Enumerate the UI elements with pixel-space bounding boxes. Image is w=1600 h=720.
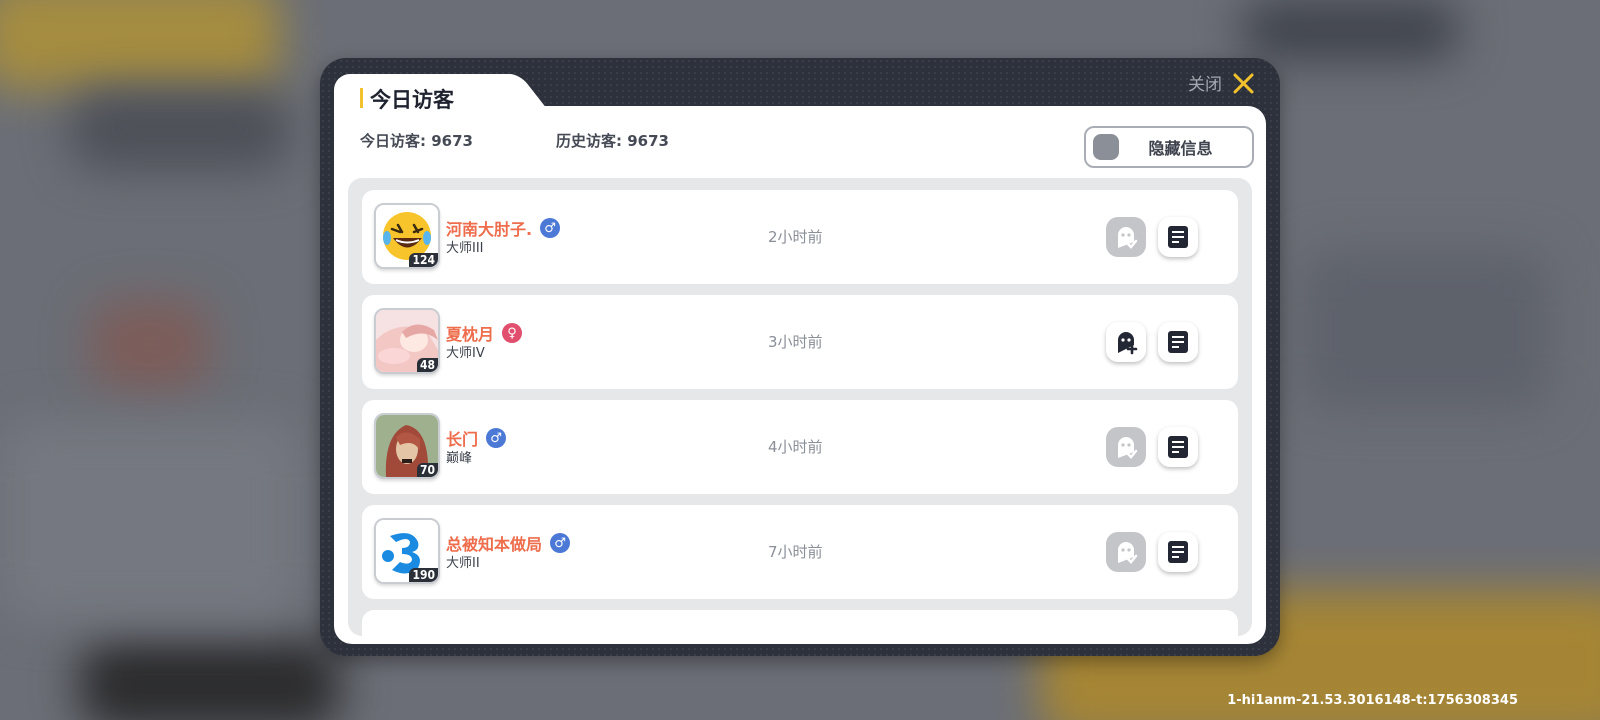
level-badge: 124	[409, 253, 438, 267]
tab-title: 今日访客	[370, 88, 454, 112]
hide-info-toggle[interactable]: 隐藏信息	[1084, 126, 1254, 168]
note-button[interactable]	[1158, 322, 1198, 362]
list-item[interactable]: 48 夏枕月 ♀ 大师IV 3小时前	[362, 295, 1238, 389]
note-icon	[1168, 541, 1188, 563]
add-friend-icon	[1118, 332, 1138, 355]
today-visitors-count: 今日访客: 9673	[360, 132, 473, 150]
visit-time: 3小时前	[768, 333, 823, 351]
level-badge: 190	[409, 568, 438, 582]
list-item[interactable]: 124 河南大肘子. ♂ 大师III 2小时前	[362, 190, 1238, 284]
visitor-list[interactable]: 124 河南大肘子. ♂ 大师III 2小时前 48 夏枕月 ♀ 大师IV 3小…	[348, 178, 1252, 636]
friend-added-icon	[1118, 437, 1138, 459]
friend-added-button[interactable]	[1106, 427, 1146, 467]
visit-time: 2小时前	[768, 228, 823, 246]
friend-added-button[interactable]	[1106, 532, 1146, 572]
visit-time: 7小时前	[768, 543, 823, 561]
close-label: 关闭	[1188, 75, 1222, 95]
close-icon[interactable]	[1232, 72, 1254, 94]
add-friend-button[interactable]	[1106, 322, 1146, 362]
avatar[interactable]: 70	[374, 413, 440, 479]
avatar[interactable]: 190	[374, 518, 440, 584]
male-gender-icon: ♂	[550, 533, 571, 553]
note-button[interactable]	[1158, 217, 1198, 257]
note-icon	[1168, 226, 1188, 248]
list-item[interactable]	[362, 610, 1238, 636]
tab-accent-bar	[360, 88, 363, 108]
visitor-rank: 大师II	[446, 556, 480, 571]
note-button[interactable]	[1158, 532, 1198, 572]
friend-added-icon	[1118, 542, 1138, 564]
list-item[interactable]: 190 总被知本做局 ♂ 大师II 7小时前	[362, 505, 1238, 599]
visitor-rank: 大师III	[446, 241, 484, 256]
female-gender-icon: ♀	[502, 323, 523, 343]
hide-info-label: 隐藏信息	[1148, 139, 1213, 158]
friend-added-icon	[1118, 227, 1138, 249]
build-id-label: 1-hi1anm-21.53.3016148-t:1756308345	[1227, 693, 1518, 708]
visit-time: 4小时前	[768, 438, 823, 456]
male-gender-icon: ♂	[540, 218, 561, 238]
note-icon	[1168, 331, 1188, 353]
history-visitors-count: 历史访客: 9673	[556, 132, 669, 150]
close-button[interactable]: 关闭	[1188, 70, 1254, 95]
level-badge: 48	[416, 358, 438, 372]
male-gender-icon: ♂	[486, 428, 507, 448]
dialog-panel: 今日访客: 9673 历史访客: 9673 隐藏信息 124 河南大肘子. ♂ …	[334, 106, 1266, 644]
toggle-knob[interactable]	[1093, 134, 1119, 160]
note-icon	[1168, 436, 1188, 458]
avatar[interactable]: 48	[374, 308, 440, 374]
friend-added-button[interactable]	[1106, 217, 1146, 257]
visitors-dialog: 今日访客 关闭 今日访客: 9673 历史访客: 9673 隐藏信息 124 河…	[320, 58, 1280, 656]
visitor-rank: 大师IV	[446, 346, 485, 361]
avatar[interactable]: 124	[374, 203, 440, 269]
note-button[interactable]	[1158, 427, 1198, 467]
level-badge: 70	[416, 463, 438, 477]
visitor-stats: 今日访客: 9673 历史访客: 9673	[360, 130, 669, 151]
list-item[interactable]: 70 长门 ♂ 巅峰 4小时前	[362, 400, 1238, 494]
visitor-rank: 巅峰	[446, 451, 473, 466]
